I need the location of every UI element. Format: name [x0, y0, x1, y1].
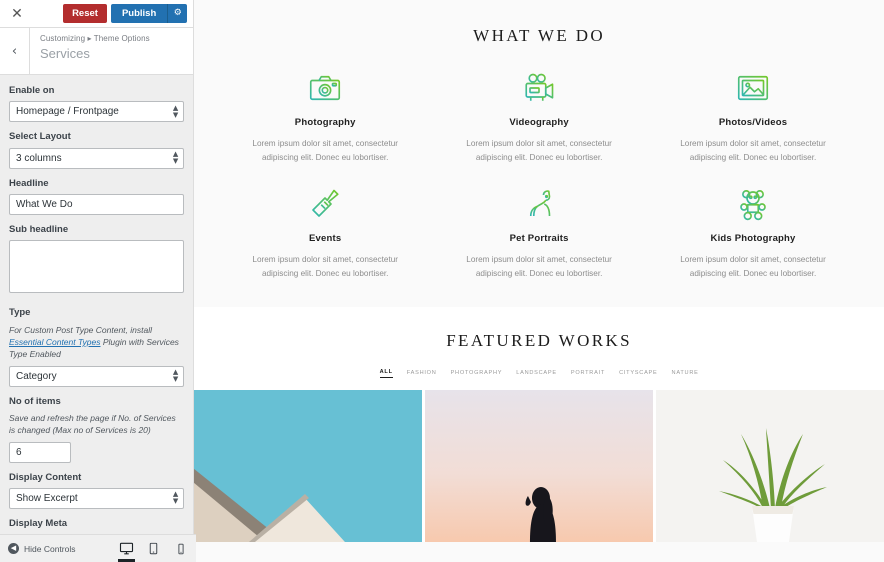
service-excerpt: Lorem ipsum dolor sit amet, consectetur …: [466, 254, 612, 279]
control-display-content: Display Content Show Excerpt ▲ ▼: [9, 471, 185, 509]
works-filter-cityscape[interactable]: CITYSCAPE: [619, 370, 657, 378]
no-of-items-description: Save and refresh the page if No. of Serv…: [9, 413, 176, 436]
display-content-select[interactable]: Show Excerpt: [9, 487, 185, 509]
work-item-potted-plant[interactable]: [656, 390, 884, 543]
service-excerpt: Lorem ipsum dolor sit amet, consectetur …: [252, 254, 399, 279]
back-chevron-icon[interactable]: ‹: [0, 28, 30, 74]
control-headline: Headline: [9, 177, 185, 216]
headline-input[interactable]: [9, 194, 185, 216]
display-content-label: Display Content: [9, 471, 82, 483]
services-grid: Photography Lorem ipsum dolor sit amet, …: [218, 66, 860, 293]
works-filter-all[interactable]: ALL: [379, 369, 393, 379]
dog-icon: [446, 182, 632, 226]
works-filter-photography[interactable]: PHOTOGRAPHY: [451, 370, 503, 378]
service-item: Pet Portraits Lorem ipsum dolor sit amet…: [432, 182, 646, 294]
teddy-bear-icon: [660, 182, 846, 226]
service-item: Photos/Videos Lorem ipsum dolor sit amet…: [646, 66, 860, 178]
type-description-prefix: For Custom Post Type Content, install: [9, 324, 152, 335]
customizer-sidebar: ✕ Reset Publish ⚙ ‹ Customizing ▸ Theme …: [0, 0, 196, 562]
champagne-bottle-icon: [232, 182, 418, 226]
hide-controls-label: Hide Controls: [24, 543, 76, 554]
photo-frame-icon: [660, 66, 846, 110]
works-filter-nature[interactable]: NATURE: [672, 370, 699, 378]
mobile-preview-icon[interactable]: [171, 535, 190, 562]
service-excerpt: Lorem ipsum dolor sit amet, consectetur …: [680, 139, 826, 163]
work-item-blue-architecture[interactable]: [194, 390, 423, 543]
services-section: WHAT WE DO Photography Lorem ipsum dolor…: [194, 0, 884, 308]
tablet-preview-icon[interactable]: [144, 535, 163, 562]
control-no-of-items: No of items Save and refresh the page if…: [9, 396, 184, 463]
customizer-topbar: ✕ Reset Publish ⚙: [0, 0, 194, 28]
control-sub-headline: Sub headline: [9, 224, 185, 298]
device-preview-group: [117, 535, 190, 562]
works-filter-bar: ALL FASHION PHOTOGRAPHY LANDSCAPE PORTRA…: [194, 369, 884, 379]
service-title: Photography: [294, 117, 356, 128]
video-camera-icon: [446, 66, 632, 110]
service-item: Videography Lorem ipsum dolor sit amet, …: [432, 66, 646, 178]
works-grid: [194, 390, 884, 543]
control-enable-on: Enable on Homepage / Frontpage ▲ ▼: [9, 85, 185, 123]
no-of-items-label: No of items: [9, 395, 61, 407]
reset-button[interactable]: Reset: [63, 3, 107, 24]
service-item: Kids Photography Lorem ipsum dolor sit a…: [646, 182, 860, 294]
service-excerpt: Lorem ipsum dolor sit amet, consectetur …: [466, 139, 612, 163]
sub-headline-textarea[interactable]: [9, 240, 185, 294]
essential-content-types-link[interactable]: Essential Content Types: [9, 337, 101, 347]
service-title: Events: [309, 232, 342, 244]
sub-headline-label: Sub headline: [9, 224, 69, 236]
featured-works-section: FEATURED WORKS ALL FASHION PHOTOGRAPHY L…: [194, 307, 884, 543]
service-item: Photography Lorem ipsum dolor sit amet, …: [218, 66, 432, 178]
control-select-layout: Select Layout 3 columns ▲ ▼: [9, 131, 185, 169]
select-layout-select[interactable]: 3 columns: [9, 147, 185, 169]
type-label: Type: [9, 307, 31, 319]
services-section-title: WHAT WE DO: [473, 26, 606, 45]
service-title: Pet Portraits: [509, 232, 569, 244]
panel-header-titles: Customizing ▸ Theme Options Services: [30, 28, 150, 74]
close-icon[interactable]: ✕: [8, 5, 26, 23]
works-filter-landscape[interactable]: LANDSCAPE: [516, 370, 557, 378]
type-select[interactable]: Category: [9, 365, 185, 387]
type-description: For Custom Post Type Content, install Es…: [9, 324, 184, 361]
customizer-app: ✕ Reset Publish ⚙ ‹ Customizing ▸ Theme …: [0, 0, 884, 562]
collapse-icon: ◀: [8, 543, 19, 554]
gear-icon[interactable]: ⚙: [167, 3, 188, 24]
select-layout-label: Select Layout: [9, 131, 71, 143]
publish-button[interactable]: Publish: [110, 3, 168, 24]
headline-label: Headline: [9, 177, 49, 189]
control-type: Type For Custom Post Type Content, insta…: [9, 307, 185, 387]
works-filter-portrait[interactable]: PORTRAIT: [571, 370, 605, 378]
enable-on-label: Enable on: [9, 85, 55, 96]
customizer-panel-header: ‹ Customizing ▸ Theme Options Services: [0, 28, 194, 75]
display-meta-label: Display Meta: [9, 517, 68, 529]
service-item: Events Lorem ipsum dolor sit amet, conse…: [218, 182, 432, 294]
customizer-footer: ◀ Hide Controls: [0, 534, 196, 562]
publish-group: Publish ⚙: [110, 3, 188, 24]
service-title: Photos/Videos: [718, 117, 788, 128]
no-of-items-input[interactable]: [9, 441, 71, 463]
topbar-actions: Reset Publish ⚙: [63, 3, 188, 24]
customizer-controls: Enable on Homepage / Frontpage ▲ ▼ Select…: [0, 75, 194, 562]
service-title: Kids Photography: [710, 232, 796, 244]
works-filter-fashion[interactable]: FASHION: [407, 370, 437, 378]
camera-icon: [232, 66, 418, 110]
work-item-sunset-silhouette[interactable]: [425, 390, 654, 543]
service-excerpt: Lorem ipsum dolor sit amet, consectetur …: [680, 254, 826, 279]
desktop-preview-icon[interactable]: [117, 535, 136, 562]
service-excerpt: Lorem ipsum dolor sit amet, consectetur …: [252, 139, 399, 163]
hide-controls-button[interactable]: ◀ Hide Controls: [8, 543, 76, 554]
theme-preview-frame: WHAT WE DO Photography Lorem ipsum dolor…: [194, 0, 884, 562]
works-section-title: FEATURED WORKS: [446, 331, 633, 351]
service-title: Videography: [509, 117, 569, 128]
enable-on-select[interactable]: Homepage / Frontpage: [9, 101, 185, 123]
breadcrumb: Customizing ▸ Theme Options: [40, 34, 150, 43]
page-title: Services: [40, 46, 90, 62]
